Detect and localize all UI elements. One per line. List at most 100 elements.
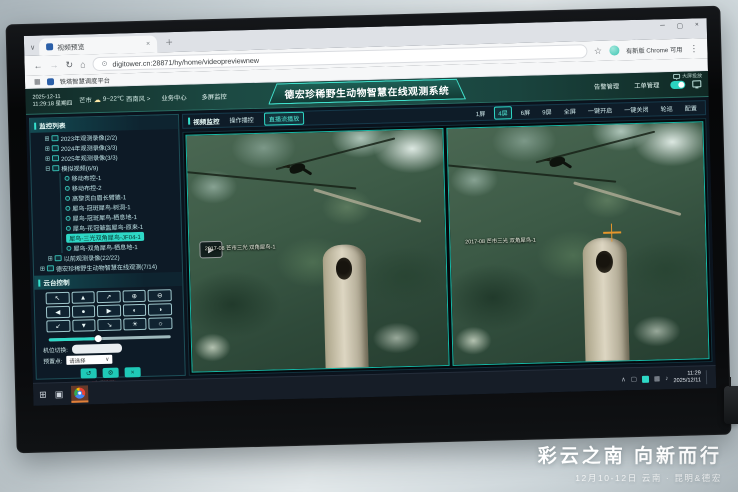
forward-icon[interactable]: → (49, 60, 58, 70)
preset-select[interactable]: 请选择 ∨ (66, 355, 112, 365)
tab-operation-control[interactable]: 操作播控 (225, 114, 258, 126)
camera-icon (64, 175, 69, 180)
show-desktop-button[interactable] (706, 370, 710, 385)
ptz-center-button[interactable]: ● (71, 305, 95, 318)
header-datetime: 2025-12-11 11:29:18 星期四 (32, 93, 72, 108)
camera-group-icon (47, 265, 54, 271)
accent-bar (188, 118, 190, 125)
nav-workorder-management[interactable]: 工单管理 (630, 80, 663, 90)
header-weather: 芒市 ☁ 9~22℃ 西南风 > (79, 94, 150, 105)
ptz-down-left-button[interactable]: ↙ (46, 320, 70, 333)
expand-icon[interactable]: ⊞ (44, 135, 49, 142)
taskbar-clock[interactable]: 11:29 2025/12/11 (673, 370, 701, 385)
ptz-up-button[interactable]: ▲ (71, 291, 95, 304)
preset-set-button[interactable]: ⚙ (103, 368, 119, 378)
nav-multiscreen-monitor[interactable]: 多屏监控 (197, 92, 230, 102)
ptz-down-right-button[interactable]: ↘ (97, 319, 121, 332)
new-tab-button[interactable]: ＋ (165, 37, 173, 48)
ptz-down-button[interactable]: ▼ (72, 319, 96, 332)
open-all-button[interactable]: 一键开启 (585, 105, 616, 117)
tab-search-icon[interactable]: ∨ (30, 44, 35, 52)
accent-bar (34, 122, 36, 129)
window-close-button[interactable]: × (695, 21, 699, 29)
camera-icon (66, 245, 71, 250)
camera-switch-input[interactable] (72, 343, 122, 353)
expand-icon[interactable]: ⊞ (45, 145, 50, 152)
cast-hint[interactable]: 大屏投放 (673, 72, 702, 80)
video-cell-1[interactable]: ▶ 2017-08 芒市三光 双角犀鸟-1 (185, 128, 449, 373)
tab-close-icon[interactable]: × (146, 41, 150, 48)
focus-far-button[interactable]: ◑ (148, 303, 172, 316)
branch (313, 188, 422, 223)
camera-icon (65, 205, 70, 210)
profile-avatar[interactable] (609, 45, 619, 55)
ptz-speed-slider[interactable] (49, 335, 171, 341)
patrol-button[interactable]: 轮巡 (657, 103, 675, 114)
ptz-right-button[interactable]: ▶ (97, 305, 121, 318)
camera-group-icon (52, 155, 59, 161)
zoom-in-button[interactable]: ⊕ (122, 290, 146, 303)
video-overlay-text: 2017-08 芒市三光 双角犀鸟-1 (205, 242, 276, 252)
task-view-button[interactable]: ▣ (55, 389, 64, 400)
layout-9-button[interactable]: 9屏 (539, 106, 555, 117)
iris-close-button[interactable]: ☼ (149, 317, 173, 330)
collapse-icon[interactable]: ⊟ (45, 165, 50, 172)
layout-4-button[interactable]: 4屏 (494, 106, 512, 119)
browser-tab[interactable]: 视频预览 × (39, 35, 157, 55)
nav-alarm-management[interactable]: 告警管理 (590, 81, 623, 91)
tree-stump (322, 244, 369, 372)
ptz-up-left-button[interactable]: ↖ (46, 292, 70, 305)
window-maximize-button[interactable]: ▢ (677, 22, 683, 30)
ptz-up-right-button[interactable]: ↗ (97, 291, 121, 304)
layout-1-button[interactable]: 1屏 (473, 108, 489, 119)
app-body: 监控列表 ⊞2023年观测录像(2/2) ⊞2024年观测录像(3/3) ⊞20… (26, 97, 716, 383)
nav-business-center[interactable]: 业务中心 (157, 93, 190, 103)
layout-6-button[interactable]: 6屏 (518, 107, 534, 118)
home-icon[interactable]: ⌂ (80, 59, 86, 69)
zoom-out-button[interactable]: ⊖ (148, 289, 172, 302)
weather-icon: ☁ (94, 95, 101, 103)
fullscreen-button[interactable]: 全屏 (561, 105, 579, 116)
focus-near-button[interactable]: ◐ (123, 304, 147, 317)
expand-icon[interactable]: ⊞ (40, 265, 45, 272)
browser-menu-icon[interactable]: ⋮ (689, 43, 698, 54)
window-minimize-button[interactable]: ─ (660, 22, 665, 30)
theme-toggle[interactable] (670, 80, 685, 88)
video-grid: ▶ 2017-08 芒市三光 双角犀鸟-1 2017-08 芒市三光 双角犀鸟- (182, 118, 712, 376)
ptz-crosshair (603, 224, 621, 242)
expand-icon[interactable]: ⊞ (48, 255, 53, 262)
site-info-icon[interactable]: ⊙ (101, 60, 107, 68)
expand-icon[interactable]: ⊞ (45, 155, 50, 162)
keyboard-icon[interactable]: ▦ (654, 374, 660, 382)
tray-app-icon[interactable] (642, 375, 649, 382)
bookmark-favicon-icon (47, 78, 54, 85)
start-button[interactable]: ⊞ (39, 389, 47, 400)
sidebar: 监控列表 ⊞2023年观测录像(2/2) ⊞2024年观测录像(3/3) ⊞20… (29, 114, 186, 380)
preset-call-button[interactable]: ↺ (81, 368, 97, 378)
preset-label: 预置点: (43, 356, 62, 365)
bookmark-star-icon[interactable]: ☆ (594, 45, 602, 56)
tab-title: 视频预览 (57, 39, 142, 51)
iris-open-button[interactable]: ☀ (123, 318, 147, 331)
reload-icon[interactable]: ↻ (65, 59, 73, 70)
volume-icon[interactable]: ♪ (665, 375, 668, 382)
tab-live-stream[interactable]: 直播流播放 (264, 112, 305, 126)
bookmark-item[interactable]: 铁塔智慧调度平台 (60, 75, 111, 85)
video-cell-2[interactable]: 2017-08 芒市三光 双角犀鸟-1 (446, 121, 710, 366)
battery-icon[interactable]: ▢ (631, 375, 637, 383)
event-watermark: 彩云之南 向新而行 12月10-12日 云南 · 昆明&德宏 (538, 441, 722, 484)
apps-grid-icon[interactable]: ▦ (34, 78, 41, 86)
chrome-update-notice[interactable]: 有新版 Chrome 可用 (626, 44, 683, 54)
chrome-taskbar-button[interactable] (71, 385, 88, 402)
accent-bar (38, 279, 40, 286)
branch (573, 181, 682, 216)
settings-button[interactable]: 配置 (682, 102, 700, 113)
tray-up-icon[interactable]: ∧ (621, 375, 626, 383)
back-icon[interactable]: ← (33, 60, 42, 70)
ptz-left-button[interactable]: ◀ (46, 306, 70, 319)
branch (446, 163, 616, 183)
close-all-button[interactable]: 一键关闭 (621, 104, 652, 116)
preset-delete-button[interactable]: × (125, 367, 141, 377)
screen-cast-icon[interactable] (692, 80, 701, 87)
slider-thumb[interactable] (95, 335, 102, 342)
